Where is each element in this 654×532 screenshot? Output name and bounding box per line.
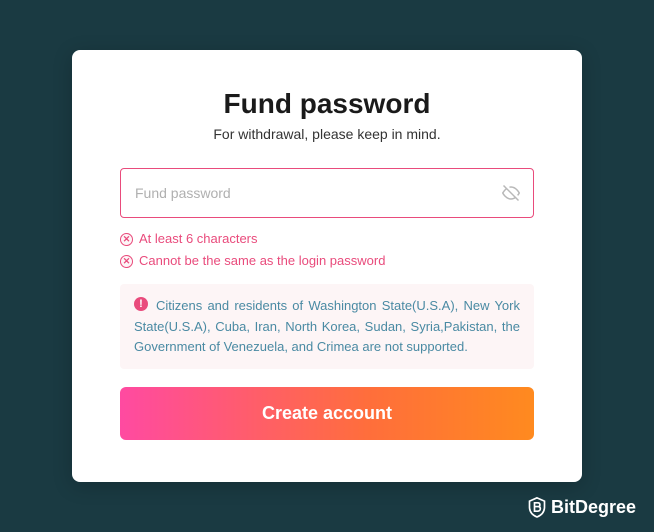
create-account-button[interactable]: Create account bbox=[120, 387, 534, 440]
toggle-visibility-icon[interactable] bbox=[502, 184, 520, 202]
restriction-notice: ! Citizens and residents of Washington S… bbox=[120, 284, 534, 368]
card-title: Fund password bbox=[120, 88, 534, 120]
fund-password-card: Fund password For withdrawal, please kee… bbox=[72, 50, 582, 482]
validation-rule-2: ✕ Cannot be the same as the login passwo… bbox=[120, 250, 534, 272]
x-icon: ✕ bbox=[120, 233, 133, 246]
card-subtitle: For withdrawal, please keep in mind. bbox=[120, 126, 534, 142]
password-input-wrap bbox=[120, 168, 534, 218]
validation-rule-1: ✕ At least 6 characters bbox=[120, 228, 534, 250]
brand-shield-icon bbox=[527, 496, 547, 518]
validation-list: ✕ At least 6 characters ✕ Cannot be the … bbox=[120, 228, 534, 272]
validation-text: Cannot be the same as the login password bbox=[139, 250, 385, 272]
x-icon: ✕ bbox=[120, 255, 133, 268]
fund-password-input[interactable] bbox=[120, 168, 534, 218]
validation-text: At least 6 characters bbox=[139, 228, 258, 250]
brand-name: BitDegree bbox=[551, 497, 636, 518]
brand-badge: BitDegree bbox=[527, 496, 636, 518]
notice-text: Citizens and residents of Washington Sta… bbox=[134, 296, 520, 356]
